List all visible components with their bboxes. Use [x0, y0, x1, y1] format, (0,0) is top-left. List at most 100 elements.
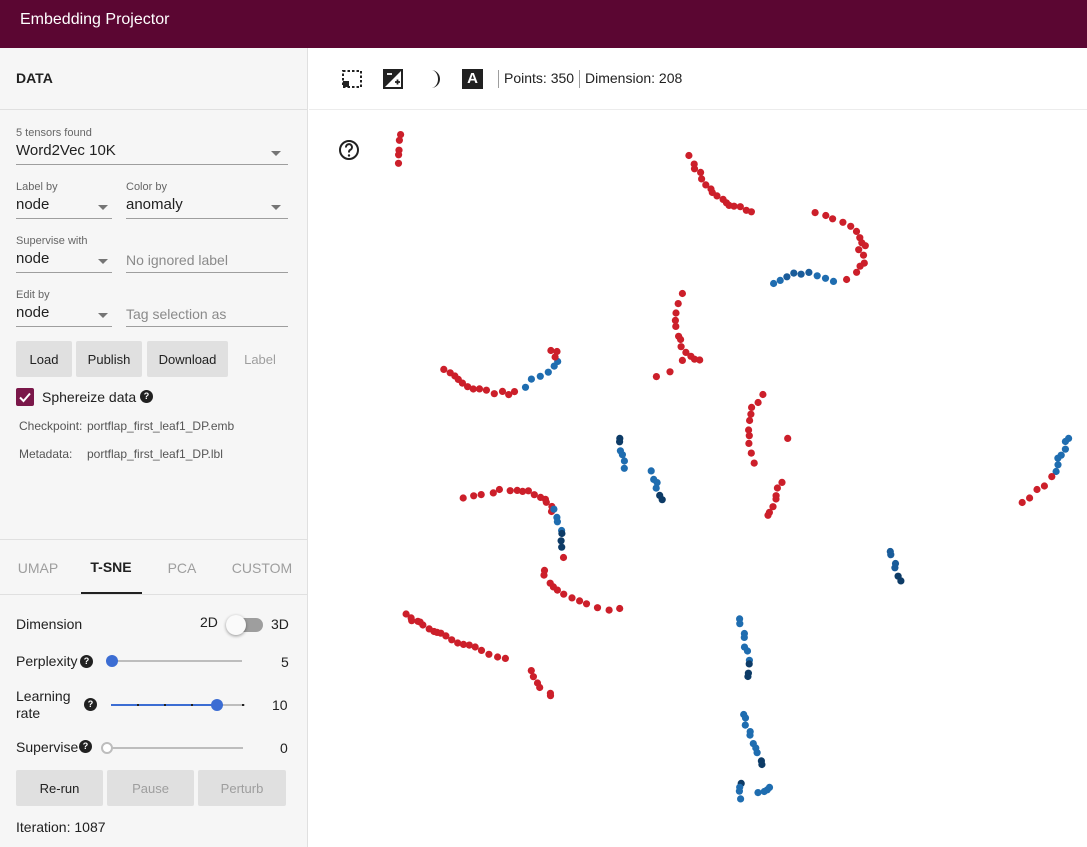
data-point[interactable]	[730, 202, 738, 210]
data-point[interactable]	[408, 617, 416, 625]
help-icon[interactable]: ?	[140, 390, 153, 403]
data-point[interactable]	[770, 279, 778, 288]
data-point[interactable]	[475, 385, 484, 393]
data-point[interactable]	[495, 485, 503, 494]
data-point[interactable]	[459, 494, 467, 502]
color-by-select[interactable]: Color by anomaly	[126, 181, 288, 219]
data-point[interactable]	[713, 192, 721, 200]
data-point[interactable]	[618, 451, 626, 459]
labels-icon[interactable]: A	[462, 69, 483, 89]
data-point[interactable]	[754, 398, 762, 407]
ignored-label-input[interactable]: No ignored label	[126, 235, 288, 273]
sphereize-checkbox[interactable]	[16, 388, 34, 406]
data-point[interactable]	[672, 309, 680, 317]
data-point[interactable]	[855, 246, 863, 254]
data-point[interactable]	[546, 692, 555, 700]
data-point[interactable]	[1018, 498, 1026, 507]
data-point[interactable]	[568, 594, 576, 602]
data-point[interactable]	[559, 553, 568, 562]
data-point[interactable]	[847, 222, 855, 230]
data-point[interactable]	[550, 505, 558, 513]
data-point[interactable]	[685, 151, 693, 160]
data-point[interactable]	[1033, 485, 1041, 494]
data-point[interactable]	[620, 464, 628, 472]
data-point[interactable]	[489, 489, 497, 497]
data-point[interactable]	[754, 789, 762, 797]
data-point[interactable]	[674, 300, 682, 308]
data-point[interactable]	[1040, 482, 1048, 490]
data-point[interactable]	[697, 168, 705, 176]
tab-pca[interactable]: PCA	[144, 560, 220, 576]
data-point[interactable]	[672, 322, 680, 330]
data-point[interactable]	[524, 487, 532, 495]
selection-icon[interactable]	[341, 68, 363, 90]
data-point[interactable]	[811, 209, 819, 217]
data-point[interactable]	[558, 543, 566, 551]
data-point[interactable]	[440, 365, 448, 373]
data-point[interactable]	[822, 211, 830, 220]
scatter-plot[interactable]	[309, 110, 1087, 847]
data-point[interactable]	[744, 672, 752, 681]
data-point[interactable]	[1054, 454, 1062, 462]
learning-rate-slider[interactable]	[110, 698, 246, 712]
data-point[interactable]	[698, 175, 706, 183]
label-button[interactable]: Label	[232, 341, 288, 377]
data-point[interactable]	[891, 564, 899, 572]
perplexity-slider[interactable]	[106, 654, 244, 668]
data-point[interactable]	[529, 673, 537, 681]
data-point[interactable]	[1048, 473, 1056, 481]
data-point[interactable]	[530, 491, 538, 499]
help-icon[interactable]: ?	[84, 698, 97, 711]
data-point[interactable]	[677, 335, 685, 344]
data-point[interactable]	[477, 646, 486, 655]
data-point[interactable]	[813, 272, 821, 280]
tensor-select[interactable]: 5 tensors found Word2Vec 10K	[16, 127, 288, 165]
data-point[interactable]	[540, 571, 548, 579]
data-point[interactable]	[790, 269, 798, 277]
data-point[interactable]	[678, 289, 686, 298]
data-point[interactable]	[773, 484, 781, 492]
data-point[interactable]	[1026, 494, 1034, 502]
data-point[interactable]	[859, 251, 868, 259]
data-point[interactable]	[784, 434, 792, 442]
data-point[interactable]	[856, 262, 864, 270]
moon-icon[interactable]	[423, 68, 445, 90]
data-point[interactable]	[616, 604, 624, 613]
data-point[interactable]	[470, 492, 478, 500]
data-point[interactable]	[506, 487, 514, 495]
data-point[interactable]	[527, 375, 535, 383]
data-point[interactable]	[737, 795, 745, 803]
data-point[interactable]	[560, 590, 568, 598]
data-point[interactable]	[553, 586, 561, 594]
data-point[interactable]	[690, 165, 699, 173]
data-point[interactable]	[558, 529, 566, 538]
data-point[interactable]	[620, 457, 628, 465]
data-point[interactable]	[887, 551, 895, 559]
data-point[interactable]	[748, 403, 756, 411]
tab-tsne[interactable]: T-SNE	[73, 559, 149, 575]
data-point[interactable]	[1054, 461, 1062, 469]
slider-knob[interactable]	[106, 655, 118, 667]
data-point[interactable]	[747, 410, 755, 418]
data-point[interactable]	[783, 273, 791, 281]
data-point[interactable]	[746, 416, 754, 425]
data-point[interactable]	[745, 432, 753, 440]
data-point[interactable]	[1061, 437, 1069, 446]
data-point[interactable]	[839, 218, 847, 226]
data-point[interactable]	[582, 600, 591, 608]
night-mode-icon[interactable]	[382, 68, 404, 90]
tag-selection-input[interactable]: Tag selection as	[126, 289, 288, 327]
data-point[interactable]	[557, 537, 565, 545]
data-point[interactable]	[745, 439, 753, 447]
data-point[interactable]	[745, 660, 753, 668]
data-point[interactable]	[743, 647, 752, 655]
data-point[interactable]	[551, 353, 559, 361]
data-point[interactable]	[747, 208, 755, 216]
data-point[interactable]	[805, 268, 813, 276]
data-point[interactable]	[605, 606, 613, 614]
data-point[interactable]	[736, 620, 744, 628]
data-point[interactable]	[394, 159, 403, 167]
data-point[interactable]	[395, 151, 403, 159]
data-point[interactable]	[576, 597, 584, 605]
data-point[interactable]	[544, 368, 552, 376]
